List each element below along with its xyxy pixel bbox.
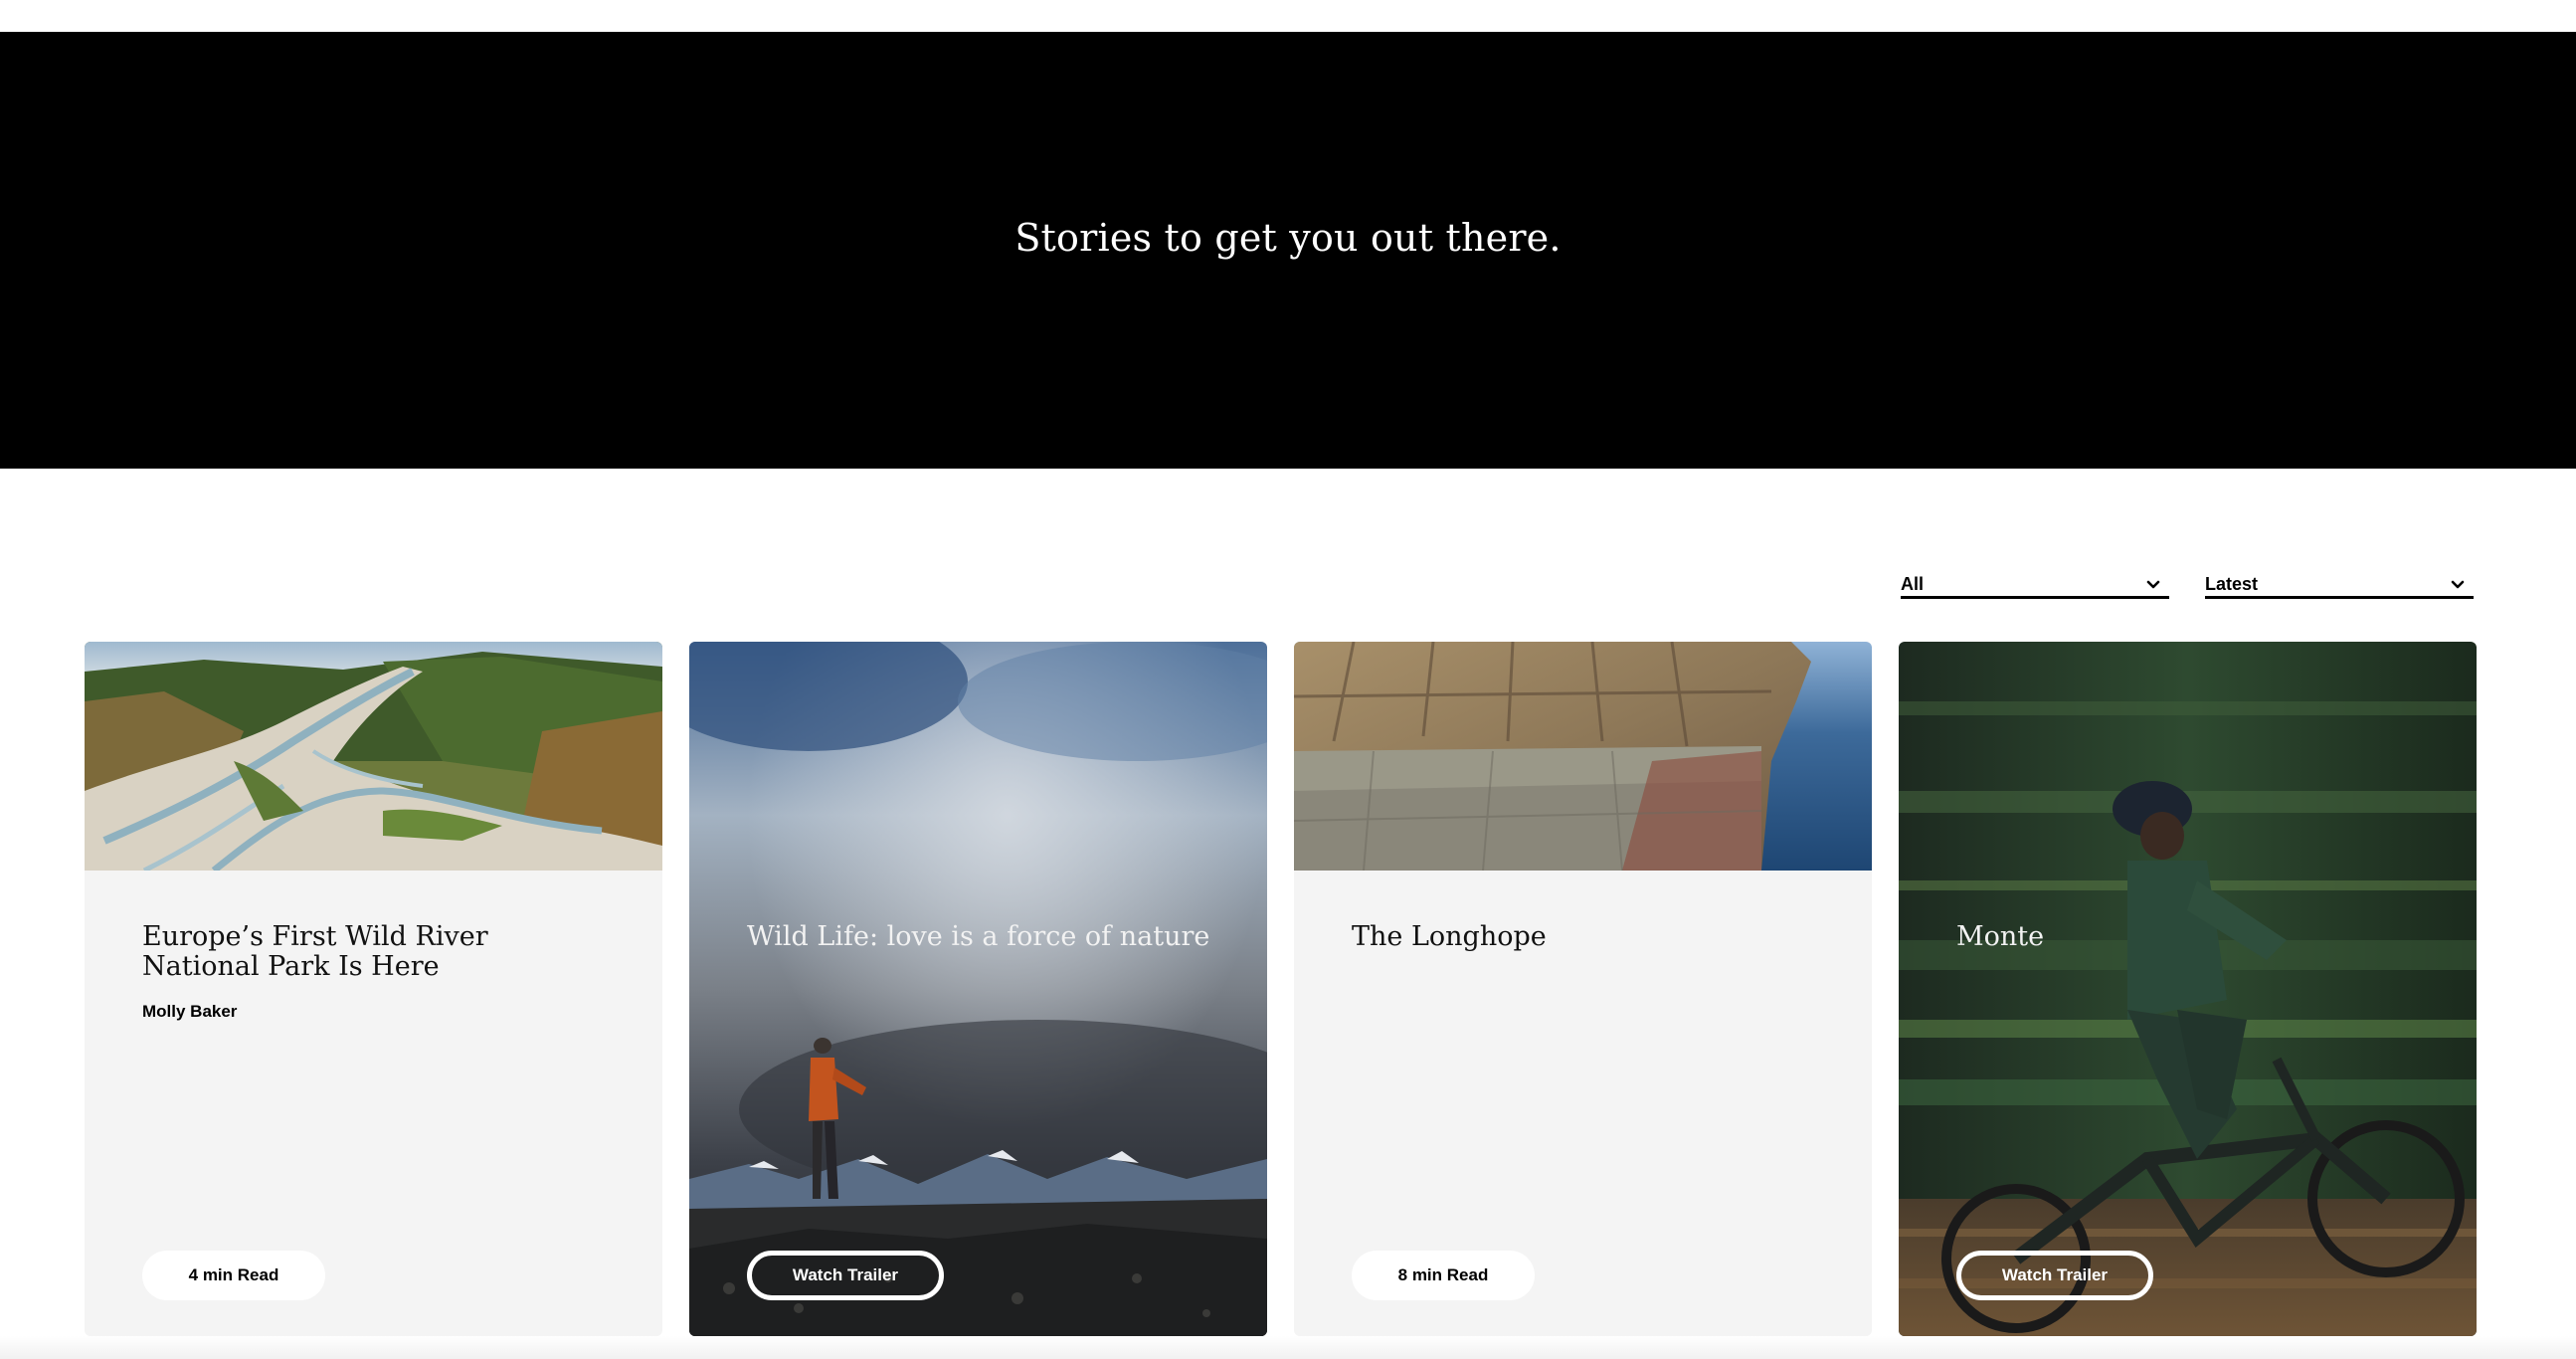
hiker-mountain-image: [689, 642, 1267, 1336]
sea-cliff-image: [1294, 642, 1872, 871]
chevron-down-icon: [2146, 580, 2160, 588]
story-card-wild-life[interactable]: Wild Life: love is a force of nature Wat…: [689, 642, 1267, 1336]
story-card-wild-river[interactable]: Europe’s First Wild River National Park …: [85, 642, 662, 1336]
card-title[interactable]: Europe’s First Wild River National Park …: [142, 922, 610, 982]
card-title[interactable]: The Longhope: [1352, 922, 1819, 952]
top-bar: [0, 0, 2576, 32]
read-time-button[interactable]: 8 min Read: [1352, 1251, 1535, 1300]
story-card-monte[interactable]: Monte Watch Trailer: [1899, 642, 2477, 1336]
read-time-button[interactable]: 4 min Read: [142, 1251, 325, 1300]
card-author: Molly Baker: [142, 1002, 238, 1021]
river-valley-image: [85, 642, 662, 871]
watch-trailer-button[interactable]: Watch Trailer: [1956, 1251, 2153, 1300]
sort-filter-value: Latest: [2205, 574, 2259, 594]
card-title[interactable]: Monte: [1956, 922, 2424, 952]
story-card-longhope[interactable]: The Longhope 8 min Read: [1294, 642, 1872, 1336]
mountain-biker-image: [1899, 642, 2477, 1336]
card-title[interactable]: Wild Life: love is a force of nature: [747, 922, 1214, 952]
hero-banner: Stories to get you out there.: [0, 32, 2576, 469]
hero-title: Stories to get you out there.: [1014, 216, 1562, 260]
sort-filter-select[interactable]: Latest: [2205, 567, 2474, 599]
watch-trailer-button[interactable]: Watch Trailer: [747, 1251, 944, 1300]
bottom-edge: [0, 1336, 2576, 1359]
chevron-down-icon: [2451, 580, 2465, 588]
category-filter-select[interactable]: All: [1901, 567, 2169, 599]
category-filter-value: All: [1901, 574, 1925, 594]
filter-bar: All Latest: [0, 567, 2576, 599]
